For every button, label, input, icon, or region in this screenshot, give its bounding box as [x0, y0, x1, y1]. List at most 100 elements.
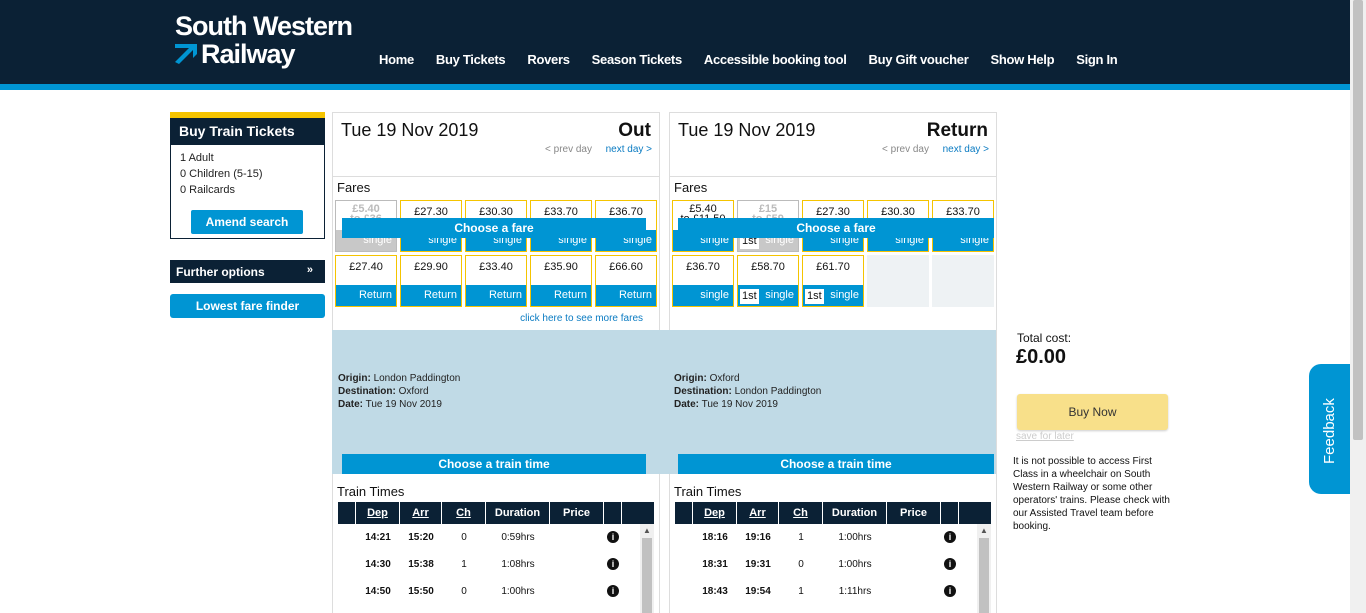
- column-header-dep[interactable]: Dep: [356, 502, 400, 524]
- price-cell: [550, 524, 604, 551]
- train-time-row[interactable]: 18:43 19:54 1 1:11hrs i: [675, 578, 991, 605]
- fare-price: £29.90: [414, 261, 448, 273]
- column-header-price: Price: [887, 502, 941, 524]
- duration: 0:59hrs: [501, 532, 535, 543]
- column-header-arr[interactable]: Arr: [737, 502, 779, 524]
- fare-option[interactable]: £27.40 Return: [335, 255, 397, 307]
- scroll-thumb[interactable]: [642, 538, 652, 613]
- scroll-up-icon[interactable]: ▲: [640, 524, 654, 538]
- fare-option[interactable]: £66.60 Return: [595, 255, 657, 307]
- price-cell: [550, 551, 604, 578]
- first-class-badge: 1st: [740, 289, 759, 304]
- info-icon[interactable]: i: [944, 531, 956, 543]
- info-icon[interactable]: i: [944, 558, 956, 570]
- scrollbar-thumb[interactable]: [1353, 0, 1363, 440]
- return-times-label: Train Times: [674, 484, 742, 499]
- fare-option[interactable]: £33.40 Return: [465, 255, 527, 307]
- times-scrollbar[interactable]: ▲: [640, 524, 654, 613]
- duration: 1:08hrs: [501, 559, 535, 570]
- children-count: 0 Children (5-15): [180, 168, 263, 180]
- arrival-time: 19:54: [745, 586, 771, 597]
- info-cell: i: [604, 524, 622, 551]
- column-header-ch[interactable]: Ch: [779, 502, 823, 524]
- more-fares-link[interactable]: click here to see more fares: [520, 313, 643, 324]
- nav-show-help[interactable]: Show Help: [990, 52, 1054, 67]
- column-header-arr[interactable]: Arr: [400, 502, 442, 524]
- info-icon[interactable]: i: [944, 585, 956, 597]
- column-header-dep[interactable]: Dep: [693, 502, 737, 524]
- empty-fare-slot: [867, 255, 929, 307]
- row-spacer: [675, 551, 693, 578]
- price-cell: [887, 551, 941, 578]
- save-for-later-link[interactable]: save for later: [1016, 431, 1074, 442]
- page-scrollbar[interactable]: [1350, 0, 1366, 613]
- info-icon[interactable]: i: [607, 558, 619, 570]
- further-options-toggle[interactable]: Further options »: [170, 260, 325, 283]
- fare-option[interactable]: £35.90 Return: [530, 255, 592, 307]
- return-choose-time[interactable]: Choose a train time: [678, 454, 994, 474]
- outbound-direction: Out: [618, 120, 651, 141]
- times-table-header: Dep Arr Ch Duration Price: [338, 502, 654, 524]
- nav-home[interactable]: Home: [379, 52, 414, 67]
- fare-price: £66.60: [609, 261, 643, 273]
- row-spacer: [338, 524, 356, 551]
- outbound-next-day[interactable]: next day >: [606, 144, 652, 155]
- column-header-ch[interactable]: Ch: [442, 502, 486, 524]
- logo[interactable]: South Western Railway: [175, 12, 353, 68]
- fare-price: £30.30: [479, 206, 513, 218]
- buy-now-button[interactable]: Buy Now: [1017, 394, 1168, 430]
- nav-rovers[interactable]: Rovers: [527, 52, 570, 67]
- departure-time: 14:50: [365, 586, 391, 597]
- scroll-up-icon[interactable]: ▲: [977, 524, 991, 538]
- buy-tickets-box: Buy Train Tickets 1 Adult 0 Children (5-…: [170, 112, 325, 239]
- changes-count: 1: [798, 532, 804, 543]
- nav-gift-voucher[interactable]: Buy Gift voucher: [869, 52, 969, 67]
- railcards-count: 0 Railcards: [180, 184, 236, 196]
- departure-time: 14:30: [365, 559, 391, 570]
- fare-price: £33.40: [479, 261, 513, 273]
- column-header-price: Price: [550, 502, 604, 524]
- amend-search-button[interactable]: Amend search: [191, 210, 303, 234]
- info-icon[interactable]: i: [607, 585, 619, 597]
- train-time-row[interactable]: 18:16 19:16 1 1:00hrs i: [675, 524, 991, 551]
- train-time-row[interactable]: 14:50 15:50 0 1:00hrs i: [338, 578, 654, 605]
- scroll-thumb[interactable]: [979, 538, 989, 613]
- return-choose-fare[interactable]: Choose a fare: [678, 218, 994, 238]
- return-next-day[interactable]: next day >: [943, 144, 989, 155]
- outbound-date: Tue 19 Nov 2019: [341, 120, 479, 140]
- info-cell: i: [941, 524, 959, 551]
- outbound-prev-day[interactable]: < prev day: [545, 144, 592, 155]
- changes-count: 0: [461, 532, 467, 543]
- nav-accessible-booking[interactable]: Accessible booking tool: [704, 52, 847, 67]
- feedback-tab[interactable]: Feedback: [1309, 364, 1350, 494]
- outbound-choose-time[interactable]: Choose a train time: [342, 454, 646, 474]
- train-time-row[interactable]: 14:21 15:20 0 0:59hrs i: [338, 524, 654, 551]
- return-prev-day[interactable]: < prev day: [882, 144, 929, 155]
- changes-count: 1: [461, 559, 467, 570]
- nav-sign-in[interactable]: Sign In: [1076, 52, 1118, 67]
- fare-type: Return: [336, 285, 396, 306]
- fare-option[interactable]: £58.70 single 1st: [737, 255, 799, 307]
- nav-season-tickets[interactable]: Season Tickets: [592, 52, 683, 67]
- header-spacer: [338, 502, 356, 524]
- main-nav: Home Buy Tickets Rovers Season Tickets A…: [379, 52, 1139, 67]
- arrival-time: 19:16: [745, 532, 771, 543]
- fare-price: £58.70: [751, 261, 785, 273]
- info-cell: i: [941, 578, 959, 605]
- chevron-double-down-icon: »: [306, 264, 313, 276]
- train-time-row[interactable]: 14:30 15:38 1 1:08hrs i: [338, 551, 654, 578]
- arrival-time: 19:31: [745, 559, 771, 570]
- times-scrollbar[interactable]: ▲: [977, 524, 991, 613]
- train-time-row[interactable]: 18:31 19:31 0 1:00hrs i: [675, 551, 991, 578]
- info-icon[interactable]: i: [607, 531, 619, 543]
- nav-buy-tickets[interactable]: Buy Tickets: [436, 52, 506, 67]
- fare-option[interactable]: £61.70 single 1st: [802, 255, 864, 307]
- fare-option[interactable]: £29.90 Return: [400, 255, 462, 307]
- duration: 1:00hrs: [838, 559, 872, 570]
- outbound-choose-fare[interactable]: Choose a fare: [342, 218, 646, 238]
- row-spacer: [338, 578, 356, 605]
- outbound-times-table: Dep Arr Ch Duration Price 14:21 15:20 0 0:59hrs i…: [338, 502, 654, 613]
- header-spacer: [941, 502, 959, 524]
- fare-option[interactable]: £36.70 single: [672, 255, 734, 307]
- lowest-fare-finder-button[interactable]: Lowest fare finder: [170, 294, 325, 318]
